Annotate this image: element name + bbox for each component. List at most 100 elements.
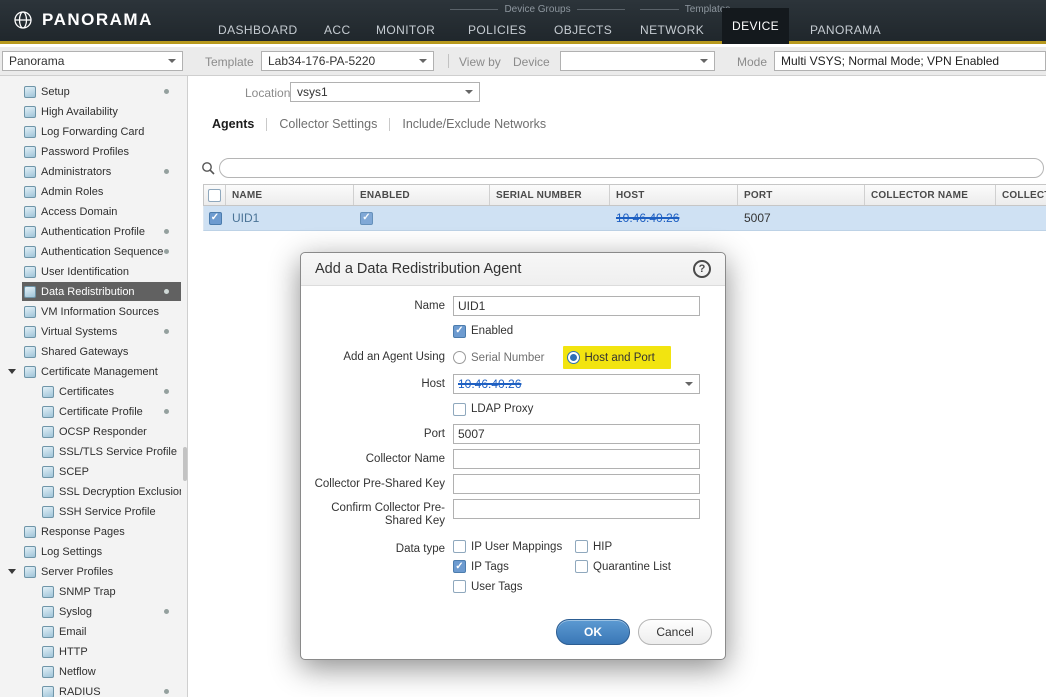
column-header-host[interactable]: HOST	[610, 185, 738, 205]
sidebar-item-data-redistribution[interactable]: Data Redistribution	[22, 282, 181, 301]
sidebar-item-admin-roles[interactable]: Admin Roles	[22, 182, 181, 201]
sidebar-item-certificate-management[interactable]: Certificate Management	[22, 362, 181, 381]
column-header-collector-name[interactable]: COLLECTOR NAME	[865, 185, 996, 205]
table-row[interactable]: ✓UID1✓10.46.40.265007	[203, 206, 1046, 231]
sidebar-item-ssl-decryption-exclusion[interactable]: SSL Decryption Exclusion	[40, 482, 181, 501]
sidebar-item-label: Certificate Management	[41, 366, 158, 378]
sidebar-resize-handle[interactable]	[183, 447, 187, 481]
template-select[interactable]: Lab34-176-PA-5220	[261, 51, 434, 71]
sidebar-item-email[interactable]: Email	[40, 622, 181, 641]
ok-button[interactable]: OK	[556, 619, 630, 645]
user-tags-checkbox[interactable]: ✓User Tags	[453, 580, 575, 593]
port-input[interactable]	[453, 424, 700, 444]
sidebar-item-user-identification[interactable]: User Identification	[22, 262, 181, 281]
confirm-psk-label: Confirm Collector Pre-Shared Key	[301, 499, 453, 528]
sidebar-item-access-domain[interactable]: Access Domain	[22, 202, 181, 221]
nav-monitor[interactable]: MONITOR	[366, 16, 445, 44]
sidebar-item-ssh-service-profile[interactable]: SSH Service Profile	[40, 502, 181, 521]
location-select[interactable]: vsys1	[290, 82, 480, 102]
data-type-options: ✓IP User Mappings✓HIP✓IP Tags✓Quarantine…	[453, 540, 725, 593]
quarantine-list-checkbox[interactable]: ✓Quarantine List	[575, 560, 725, 573]
column-header-collecto[interactable]: COLLECTO	[996, 185, 1046, 205]
context-select[interactable]: Panorama	[2, 51, 183, 71]
enabled-row-checkbox[interactable]: ✓	[360, 212, 373, 225]
column-header-serial-number[interactable]: SERIAL NUMBER	[490, 185, 610, 205]
nav-network[interactable]: NETWORK	[630, 16, 714, 44]
sidebar-item-syslog[interactable]: Syslog	[40, 602, 181, 621]
agent-name-cell[interactable]: UID1	[226, 206, 354, 230]
serial-number-radio[interactable]	[453, 351, 466, 364]
chevron-down-icon[interactable]	[8, 569, 16, 574]
sidebar-item-vm-information-sources[interactable]: VM Information Sources	[22, 302, 181, 321]
nav-device[interactable]: DEVICE	[722, 8, 789, 44]
sidebar-item-certificate-profile[interactable]: Certificate Profile	[40, 402, 181, 421]
column-header-name[interactable]: NAME	[226, 185, 354, 205]
sidebar-item-ocsp-responder[interactable]: OCSP Responder	[40, 422, 181, 441]
view-by-device-select[interactable]	[560, 51, 715, 71]
sidebar-item-administrators[interactable]: Administrators	[22, 162, 181, 181]
sidebar-item-radius[interactable]: RADIUS	[40, 682, 181, 697]
host-and-port-radio[interactable]	[567, 351, 580, 364]
sidebar-item-shared-gateways[interactable]: Shared Gateways	[22, 342, 181, 361]
sidebar-item-netflow[interactable]: Netflow	[40, 662, 181, 681]
sidebar-item-http[interactable]: HTTP	[40, 642, 181, 661]
vm-information-sources-icon	[24, 306, 36, 318]
authentication-sequence-icon	[24, 246, 36, 258]
sidebar-item-password-profiles[interactable]: Password Profiles	[22, 142, 181, 161]
panorama-logo[interactable]: PANORAMA	[12, 9, 153, 31]
sidebar-item-label: Certificates	[59, 386, 114, 398]
chevron-down-icon[interactable]	[8, 369, 16, 374]
ldap-proxy-checkbox[interactable]: ✓	[453, 403, 466, 416]
sidebar-item-high-availability[interactable]: High Availability	[22, 102, 181, 121]
sidebar-item-log-settings[interactable]: Log Settings	[22, 542, 181, 561]
sidebar-item-server-profiles[interactable]: Server Profiles	[22, 562, 181, 581]
enabled-checkbox[interactable]: ✓	[453, 325, 466, 338]
tab-agents[interactable]: Agents	[210, 117, 256, 131]
sidebar-item-ssl-tls-service-profile[interactable]: SSL/TLS Service Profile	[40, 442, 181, 461]
radius-icon	[42, 686, 54, 697]
sidebar-item-authentication-sequence[interactable]: Authentication Sequence	[22, 242, 181, 261]
psk-input[interactable]	[453, 474, 700, 494]
select-all-checkbox[interactable]: ✓	[208, 189, 221, 202]
column-header-port[interactable]: PORT	[738, 185, 865, 205]
tab-separator	[389, 118, 390, 131]
confirm-psk-input[interactable]	[453, 499, 700, 519]
sidebar-item-label: SNMP Trap	[59, 586, 116, 598]
sidebar-item-scep[interactable]: SCEP	[40, 462, 181, 481]
search-input[interactable]	[219, 158, 1044, 178]
password-profiles-icon	[24, 146, 36, 158]
sidebar-item-certificates[interactable]: Certificates	[40, 382, 181, 401]
tab-collector-settings[interactable]: Collector Settings	[277, 117, 379, 131]
hip-checkbox[interactable]: ✓HIP	[575, 540, 725, 553]
collector-name-label: Collector Name	[301, 453, 453, 466]
administrators-icon	[24, 166, 36, 178]
nav-policies[interactable]: POLICIES	[458, 16, 537, 44]
column-header-enabled[interactable]: ENABLED	[354, 185, 490, 205]
nav-objects[interactable]: OBJECTS	[544, 16, 622, 44]
sidebar-item-label: Password Profiles	[41, 146, 129, 158]
nav-panorama[interactable]: PANORAMA	[800, 16, 891, 44]
nav-acc[interactable]: ACC	[314, 16, 361, 44]
name-input[interactable]	[453, 296, 700, 316]
sidebar-item-label: SCEP	[59, 466, 89, 478]
nav-dashboard[interactable]: DASHBOARD	[208, 16, 308, 44]
ocsp-responder-icon	[42, 426, 54, 438]
sidebar-item-virtual-systems[interactable]: Virtual Systems	[22, 322, 181, 341]
sidebar-item-label: HTTP	[59, 646, 88, 658]
ip-tags-checkbox[interactable]: ✓IP Tags	[453, 560, 575, 573]
row-checkbox[interactable]: ✓	[209, 212, 222, 225]
sidebar-item-setup[interactable]: Setup	[22, 82, 181, 101]
help-icon[interactable]: ?	[693, 260, 711, 278]
cancel-button[interactable]: Cancel	[638, 619, 712, 645]
collector-name-input[interactable]	[453, 449, 700, 469]
sidebar-item-log-forwarding-card[interactable]: Log Forwarding Card	[22, 122, 181, 141]
sidebar-item-authentication-profile[interactable]: Authentication Profile	[22, 222, 181, 241]
mode-value-box: Multi VSYS; Normal Mode; VPN Enabled	[774, 51, 1046, 71]
sidebar-item-snmp-trap[interactable]: SNMP Trap	[40, 582, 181, 601]
data-redistribution-icon	[24, 286, 36, 298]
ip-user-mappings-checkbox[interactable]: ✓IP User Mappings	[453, 540, 575, 553]
host-combobox[interactable]: 10.46.40.26	[453, 374, 700, 394]
chevron-down-icon	[419, 59, 427, 63]
sidebar-item-response-pages[interactable]: Response Pages	[22, 522, 181, 541]
tab-include-exclude-networks[interactable]: Include/Exclude Networks	[400, 117, 548, 131]
